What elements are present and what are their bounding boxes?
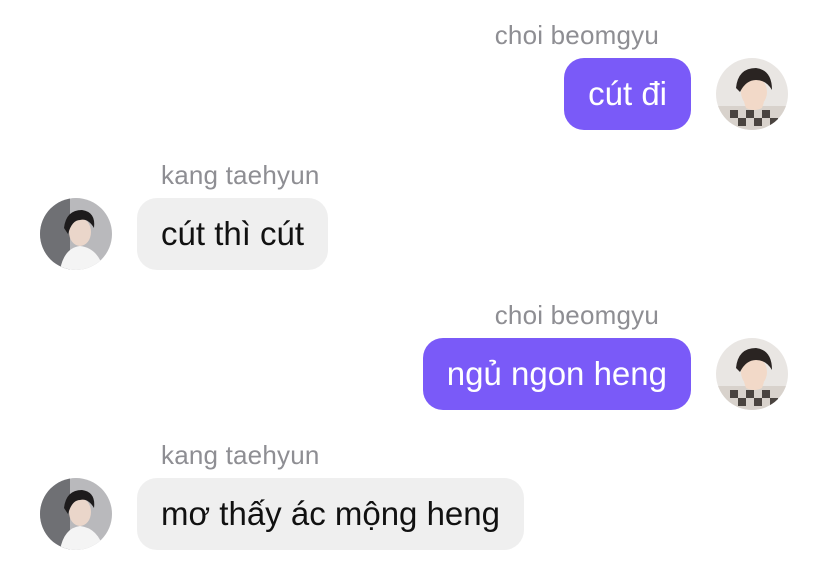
- message-bubble-incoming[interactable]: mơ thấy ác mộng heng: [137, 478, 524, 550]
- message-row-outgoing: choi beomgyu ngủ ngon heng: [0, 280, 828, 420]
- sender-name: kang taehyun: [161, 160, 320, 190]
- sender-name: kang taehyun: [161, 440, 320, 470]
- message-row-outgoing: choi beomgyu cút đi: [0, 0, 828, 140]
- message-row-incoming: kang taehyun mơ thấy ác mộng heng: [0, 420, 828, 560]
- avatar-beomgyu[interactable]: [716, 58, 788, 130]
- avatar-beomgyu[interactable]: [716, 338, 788, 410]
- message-bubble-incoming[interactable]: cút thì cút: [137, 198, 329, 270]
- message-bubble-outgoing[interactable]: cút đi: [564, 58, 691, 130]
- avatar-taehyun[interactable]: [40, 198, 112, 270]
- message-row-incoming: kang taehyun cút thì cút: [0, 140, 828, 280]
- message-bubble-outgoing[interactable]: ngủ ngon heng: [422, 338, 691, 410]
- sender-name: choi beomgyu: [494, 20, 659, 50]
- sender-name: choi beomgyu: [494, 300, 659, 330]
- avatar-taehyun[interactable]: [40, 478, 112, 550]
